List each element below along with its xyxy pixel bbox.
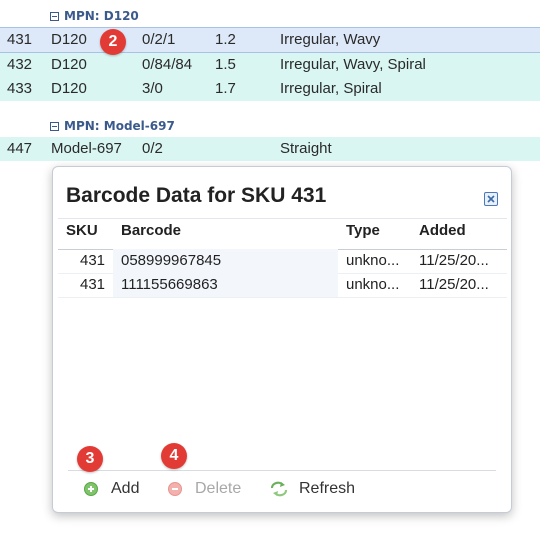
- dialog-title: Barcode Data for SKU 431: [66, 184, 327, 207]
- table-row[interactable]: 431 D120 0/2/1 1.2 Irregular, Wavy: [0, 27, 540, 53]
- mpn-cell: D120: [51, 31, 87, 48]
- column-header-barcode[interactable]: Barcode: [121, 222, 181, 239]
- mpn-cell: D120: [51, 80, 87, 97]
- shape-cell: Irregular, Wavy: [280, 31, 381, 48]
- delete-button[interactable]: Delete: [168, 480, 241, 498]
- shape-cell: Irregular, Spiral: [280, 80, 382, 97]
- collapse-icon[interactable]: [50, 121, 59, 131]
- close-icon: [487, 195, 495, 203]
- qty-cell: 0/84/84: [142, 56, 193, 73]
- barcode-grid-header: SKU Barcode Type Added: [58, 218, 507, 250]
- added-cell: 11/25/20...: [419, 276, 489, 293]
- step-badge-4: 4: [161, 443, 187, 469]
- column-header-added[interactable]: Added: [419, 222, 466, 239]
- sku-cell: 447: [7, 140, 33, 157]
- sku-cell: 431: [80, 252, 106, 269]
- sku-cell: 432: [7, 56, 33, 73]
- column-header-type[interactable]: Type: [346, 222, 380, 239]
- table-row[interactable]: 433 D120 3/0 1.7 Irregular, Spiral: [0, 77, 540, 102]
- delete-label: Delete: [195, 480, 242, 497]
- toolbar-divider: [68, 470, 496, 471]
- type-cell: unkno...: [346, 252, 400, 269]
- group-header-label: MPN: D120: [64, 9, 139, 23]
- type-cell: unkno...: [346, 276, 400, 293]
- add-icon: [84, 482, 98, 496]
- size-cell: 1.2: [215, 31, 236, 48]
- barcode-row[interactable]: 431 058999967845 unkno... 11/25/20...: [58, 249, 507, 274]
- add-button[interactable]: Add: [84, 480, 139, 498]
- shape-cell: Irregular, Wavy, Spiral: [280, 56, 426, 73]
- table-row[interactable]: 432 D120 0/84/84 1.5 Irregular, Wavy, Sp…: [0, 53, 540, 78]
- barcode-row[interactable]: 431 111155669863 unkno... 11/25/20...: [58, 273, 507, 298]
- barcode-dialog: Barcode Data for SKU 431 SKU Barcode Typ…: [52, 166, 512, 513]
- sku-cell: 431: [80, 276, 106, 293]
- table-row[interactable]: 447 Model-697 0/2 Straight: [0, 137, 540, 162]
- group-header-label: MPN: Model-697: [64, 119, 175, 133]
- size-cell: 1.7: [215, 80, 236, 97]
- mpn-cell: Model-697: [51, 140, 122, 157]
- refresh-button[interactable]: Refresh: [269, 480, 355, 498]
- step-badge-2: 2: [100, 29, 126, 55]
- sku-cell: 433: [7, 80, 33, 97]
- qty-cell: 0/2/1: [142, 31, 176, 48]
- delete-icon: [168, 482, 182, 496]
- refresh-label: Refresh: [299, 480, 356, 497]
- column-header-sku[interactable]: SKU: [66, 222, 98, 239]
- size-cell: 1.5: [215, 56, 236, 73]
- refresh-icon: [269, 481, 289, 497]
- qty-cell: 3/0: [142, 80, 163, 97]
- step-badge-3: 3: [77, 446, 103, 472]
- added-cell: 11/25/20...: [419, 252, 489, 269]
- shape-cell: Straight: [280, 140, 332, 157]
- collapse-icon[interactable]: [50, 11, 59, 21]
- sku-cell: 431: [7, 31, 33, 48]
- group-header-d120[interactable]: MPN: D120: [0, 3, 540, 28]
- mpn-cell: D120: [51, 56, 87, 73]
- group-header-model-697[interactable]: MPN: Model-697: [0, 113, 540, 138]
- add-label: Add: [111, 480, 140, 497]
- barcode-cell: 111155669863: [121, 276, 218, 293]
- close-button[interactable]: [484, 192, 498, 206]
- qty-cell: 0/2: [142, 140, 163, 157]
- barcode-cell: 058999967845: [121, 252, 222, 269]
